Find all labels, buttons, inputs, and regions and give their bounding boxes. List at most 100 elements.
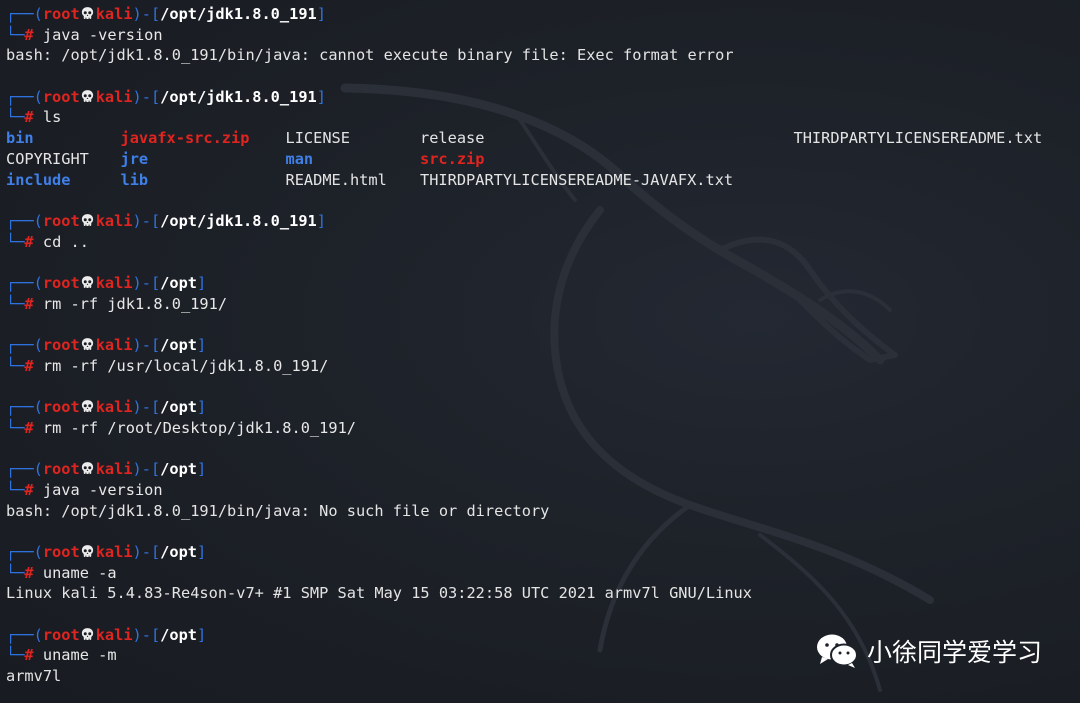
prompt-separator: ] bbox=[197, 398, 207, 417]
prompt-user: root bbox=[42, 625, 80, 644]
prompt-separator: ] bbox=[197, 273, 207, 292]
command-line: └─# ls bbox=[6, 107, 1080, 128]
prompt-host: kali bbox=[95, 211, 133, 230]
prompt-user: root bbox=[42, 336, 80, 355]
prompt-hash: # bbox=[24, 108, 34, 127]
prompt-user: root bbox=[42, 211, 80, 230]
ls-entry-zip: javafx-src.zip bbox=[120, 129, 250, 148]
prompt-hash: # bbox=[24, 646, 34, 665]
prompt-line: ┌──(root kali)-[/opt/jdk1.8.0_191] bbox=[6, 4, 1080, 25]
prompt-corner: └─ bbox=[6, 108, 25, 127]
prompt-cwd: /opt bbox=[160, 398, 198, 417]
prompt-separator: )-[ bbox=[132, 398, 161, 417]
skull-icon bbox=[80, 89, 96, 104]
prompt-cwd: /opt bbox=[160, 542, 198, 561]
prompt-hash: # bbox=[24, 563, 34, 582]
prompt-corner: ┌──( bbox=[6, 625, 43, 644]
ls-entry-file: THIRDPARTYLICENSEREADME.txt bbox=[793, 129, 1043, 148]
prompt-corner: ┌──( bbox=[6, 5, 43, 23]
prompt-separator: ] bbox=[316, 87, 326, 106]
watermark-text: 小徐同学爱学习 bbox=[866, 638, 1042, 667]
command-output: armv7l bbox=[6, 667, 62, 686]
command-text: uname -m bbox=[42, 646, 117, 665]
prompt-line: ┌──(root kali)-[/opt] bbox=[6, 397, 1080, 418]
command-line: └─# rm -rf /root/Desktop/jdk1.8.0_191/ bbox=[6, 418, 1080, 439]
prompt-separator: )-[ bbox=[132, 336, 161, 355]
command-text: rm -rf jdk1.8.0_191/ bbox=[42, 294, 228, 313]
ls-entry-dir: lib bbox=[120, 170, 149, 189]
prompt-cwd: /opt/jdk1.8.0_191 bbox=[160, 211, 317, 230]
ls-entry-dir: bin bbox=[6, 129, 34, 148]
command-text: cd .. bbox=[42, 232, 89, 251]
prompt-separator: )-[ bbox=[132, 273, 161, 292]
prompt-cwd: /opt/jdk1.8.0_191 bbox=[160, 5, 317, 23]
command-text: uname -a bbox=[42, 563, 117, 582]
prompt-hash: # bbox=[24, 480, 34, 499]
command-text: java -version bbox=[42, 480, 163, 499]
prompt-separator: )-[ bbox=[132, 542, 161, 561]
prompt-line: ┌──(root kali)-[/opt/jdk1.8.0_191] bbox=[6, 211, 1080, 232]
command-line: └─# uname -a bbox=[6, 563, 1080, 584]
prompt-user: root bbox=[42, 398, 80, 417]
command-line: └─# java -version bbox=[6, 25, 1080, 46]
prompt-user: root bbox=[42, 273, 80, 292]
prompt-separator: )-[ bbox=[132, 87, 161, 106]
prompt-corner: ┌──( bbox=[6, 336, 43, 355]
prompt-line: ┌──(root kali)-[/opt] bbox=[6, 273, 1080, 294]
ls-entry-file: THIRDPARTYLICENSEREADME-JAVAFX.txt bbox=[420, 170, 734, 189]
command-output: Linux kali 5.4.83-Re4son-v7+ #1 SMP Sat … bbox=[6, 584, 752, 603]
command-line: └─# rm -rf jdk1.8.0_191/ bbox=[6, 294, 1080, 315]
command-text: rm -rf /root/Desktop/jdk1.8.0_191/ bbox=[42, 418, 356, 437]
prompt-line: ┌──(root kali)-[/opt] bbox=[6, 459, 1080, 480]
command-text: rm -rf /usr/local/jdk1.8.0_191/ bbox=[42, 356, 329, 375]
skull-icon bbox=[80, 6, 96, 21]
command-line: └─# java -version bbox=[6, 480, 1080, 501]
prompt-corner: └─ bbox=[6, 646, 25, 665]
prompt-separator: )-[ bbox=[132, 460, 161, 479]
prompt-corner: └─ bbox=[6, 563, 25, 582]
prompt-separator: ] bbox=[197, 625, 207, 644]
prompt-host: kali bbox=[95, 336, 133, 355]
command-text: ls bbox=[42, 108, 62, 127]
prompt-corner: ┌──( bbox=[6, 398, 43, 417]
terminal-output[interactable]: ┌──(root kali)-[/opt/jdk1.8.0_191] └─# jav… bbox=[6, 4, 1080, 687]
command-output: bash: /opt/jdk1.8.0_191/bin/java: cannot… bbox=[6, 46, 734, 65]
prompt-host: kali bbox=[95, 87, 133, 106]
prompt-corner: └─ bbox=[6, 418, 25, 437]
skull-icon bbox=[80, 213, 96, 228]
command-line: └─# cd .. bbox=[6, 232, 1080, 253]
prompt-host: kali bbox=[95, 625, 133, 644]
prompt-user: root bbox=[42, 87, 80, 106]
prompt-user: root bbox=[42, 460, 80, 479]
prompt-hash: # bbox=[24, 356, 34, 375]
ls-listing: bin javafx-src.zip LICENSE release THIRDPART… bbox=[6, 128, 1080, 190]
prompt-separator: ] bbox=[316, 211, 326, 230]
command-text: java -version bbox=[42, 25, 163, 44]
terminal-window[interactable]: ┌──(root kali)-[/opt/jdk1.8.0_191] └─# jav… bbox=[0, 0, 1080, 703]
wechat-icon bbox=[816, 634, 858, 668]
prompt-corner: ┌──( bbox=[6, 542, 43, 561]
prompt-line: ┌──(root kali)-[/opt] bbox=[6, 335, 1080, 356]
prompt-separator: ] bbox=[316, 5, 326, 23]
ls-entry-file: release bbox=[420, 129, 485, 148]
prompt-user: root bbox=[42, 5, 80, 23]
ls-entry-dir: include bbox=[6, 170, 71, 189]
ls-entry-file: COPYRIGHT bbox=[6, 149, 89, 168]
prompt-cwd: /opt bbox=[160, 336, 198, 355]
prompt-user: root bbox=[42, 542, 80, 561]
prompt-separator: )-[ bbox=[132, 625, 161, 644]
watermark: 小徐同学爱学习 bbox=[815, 633, 1042, 669]
prompt-separator: )-[ bbox=[132, 5, 161, 23]
prompt-separator: ] bbox=[197, 542, 207, 561]
prompt-cwd: /opt bbox=[160, 460, 198, 479]
skull-icon bbox=[80, 337, 96, 352]
skull-icon bbox=[80, 275, 96, 290]
prompt-corner: ┌──( bbox=[6, 211, 43, 230]
